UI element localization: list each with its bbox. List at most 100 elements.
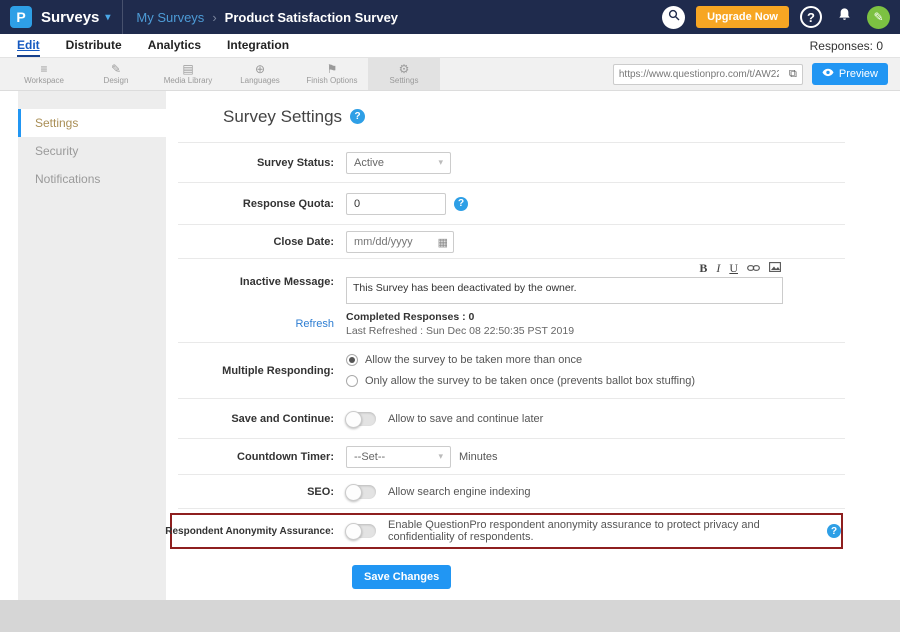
bold-button[interactable]: B (699, 262, 707, 274)
title-row: Survey Settings ? (178, 91, 845, 143)
response-quota-label: Response Quota: (243, 198, 334, 210)
pencil-icon: ✎ (873, 10, 883, 24)
topbar-actions: Upgrade Now ? ✎ (662, 6, 890, 29)
copy-url-icon[interactable]: ⧉ (784, 68, 802, 81)
countdown-timer-row: Countdown Timer: --Set-- ▾ Minutes (178, 439, 845, 475)
notifications-button[interactable] (833, 6, 856, 29)
breadcrumb-current-survey: Product Satisfaction Survey (225, 10, 398, 25)
seo-label: SEO: (307, 486, 334, 498)
help-button[interactable]: ? (800, 6, 822, 28)
respondent-anonymity-description: Enable QuestionPro respondent anonymity … (388, 519, 819, 543)
respondent-anonymity-help-icon[interactable]: ? (827, 524, 841, 538)
respondent-anonymity-label: Respondent Anonymity Assurance: (165, 526, 334, 537)
radio-button-unchecked (346, 375, 358, 387)
toolbar-item-design[interactable]: ✎ Design (80, 58, 152, 90)
finish-options-icon: ⚑ (327, 63, 338, 75)
format-toolbar: B I U (346, 261, 783, 275)
responses-count: Responses: 0 (810, 34, 883, 57)
eye-icon (822, 68, 834, 80)
response-quota-input[interactable] (346, 193, 446, 215)
chevron-down-icon: ▾ (438, 451, 443, 462)
gear-icon: ⚙ (399, 63, 410, 75)
chevron-down-icon: ▾ (438, 157, 443, 168)
section-navbar: Edit Distribute Analytics Integration Re… (0, 34, 900, 57)
survey-url-input[interactable] (614, 69, 784, 80)
survey-settings-help-icon[interactable]: ? (350, 109, 365, 124)
tab-analytics[interactable]: Analytics (148, 34, 201, 57)
save-and-continue-toggle[interactable] (346, 412, 376, 426)
close-date-row: Close Date: ▦ (178, 225, 845, 259)
tab-distribute[interactable]: Distribute (66, 34, 122, 57)
responses-info: Completed Responses : 0 Last Refreshed :… (346, 311, 574, 337)
toolbar-item-media-library[interactable]: ▤ Media Library (152, 58, 224, 90)
edit-profile-button[interactable]: ✎ (867, 6, 890, 29)
toolbar-item-finish-options[interactable]: ⚑ Finish Options (296, 58, 368, 90)
design-icon: ✎ (111, 63, 121, 75)
toolbar-item-settings[interactable]: ⚙ Settings (368, 58, 440, 90)
main-area: Settings Security Notifications Survey S… (0, 91, 900, 600)
close-date-label: Close Date: (273, 236, 334, 248)
radio-button-checked (346, 354, 358, 366)
breadcrumb-separator: › (212, 10, 216, 25)
tab-edit[interactable]: Edit (17, 34, 40, 57)
countdown-timer-label: Countdown Timer: (237, 451, 334, 463)
toolbar-right: ⧉ Preview (613, 58, 900, 90)
radio-once-only[interactable]: Only allow the survey to be taken once (… (346, 375, 695, 387)
inactive-message-row: Inactive Message: B I U This Survey has … (178, 259, 845, 305)
respondent-anonymity-toggle[interactable] (346, 524, 376, 538)
last-refreshed-text: Last Refreshed : Sun Dec 08 22:50:35 PST… (346, 325, 574, 337)
link-icon[interactable] (747, 262, 760, 274)
image-icon[interactable] (769, 262, 781, 274)
settings-content: Survey Settings ? Survey Status: Active … (166, 91, 900, 600)
save-row: Save Changes (166, 551, 845, 589)
toolbar-item-workspace[interactable]: ≡ Workspace (8, 58, 80, 90)
edit-toolbar: ≡ Workspace ✎ Design ▤ Media Library ⊕ L… (0, 57, 900, 91)
save-changes-button[interactable]: Save Changes (352, 565, 451, 589)
countdown-timer-select[interactable]: --Set-- ▾ (346, 446, 451, 468)
response-quota-help-icon[interactable]: ? (454, 197, 468, 211)
multiple-responding-row: Multiple Responding: Allow the survey to… (178, 343, 845, 399)
save-and-continue-description: Allow to save and continue later (388, 413, 543, 425)
multiple-responding-label: Multiple Responding: (222, 365, 334, 377)
refresh-row: Refresh Completed Responses : 0 Last Ref… (178, 305, 845, 343)
save-and-continue-label: Save and Continue: (231, 413, 334, 425)
save-and-continue-row: Save and Continue: Allow to save and con… (178, 399, 845, 439)
chevron-down-icon: ▾ (105, 12, 110, 23)
italic-button[interactable]: I (716, 262, 720, 274)
calendar-icon[interactable]: ▦ (438, 236, 448, 249)
sidebar-item-notifications[interactable]: Notifications (18, 165, 166, 193)
radio-multiple-allowed[interactable]: Allow the survey to be taken more than o… (346, 354, 695, 366)
question-mark-icon: ? (807, 10, 815, 25)
underline-button[interactable]: U (729, 262, 738, 274)
surveys-app-menu[interactable]: Surveys ▾ (41, 0, 123, 34)
toolbar-item-languages[interactable]: ⊕ Languages (224, 58, 296, 90)
preview-button[interactable]: Preview (812, 63, 888, 85)
inactive-message-label: Inactive Message: (240, 276, 334, 288)
settings-sidebar: Settings Security Notifications (18, 91, 166, 600)
logo-letter: P (16, 9, 25, 25)
workspace-icon: ≡ (40, 63, 47, 75)
completed-responses-text: Completed Responses : 0 (346, 311, 574, 323)
sidebar-item-security[interactable]: Security (18, 137, 166, 165)
sidebar-item-settings[interactable]: Settings (18, 109, 166, 137)
response-quota-row: Response Quota: ? (178, 183, 845, 225)
upgrade-button[interactable]: Upgrade Now (696, 6, 789, 28)
survey-status-label: Survey Status: (257, 157, 334, 169)
topbar: P Surveys ▾ My Surveys › Product Satisfa… (0, 0, 900, 34)
survey-status-select[interactable]: Active ▾ (346, 152, 451, 174)
bell-icon (837, 7, 852, 27)
media-library-icon: ▤ (182, 63, 193, 75)
page-footer (0, 600, 900, 632)
breadcrumb-my-surveys[interactable]: My Surveys (136, 10, 204, 25)
tab-integration[interactable]: Integration (227, 34, 289, 57)
survey-status-row: Survey Status: Active ▾ (178, 143, 845, 183)
search-icon (668, 8, 680, 26)
app-name: Surveys (41, 9, 99, 26)
search-button[interactable] (662, 6, 685, 29)
inactive-message-textarea[interactable]: This Survey has been deactivated by the … (346, 277, 783, 304)
seo-toggle[interactable] (346, 485, 376, 499)
seo-row: SEO: Allow search engine indexing (178, 475, 845, 509)
refresh-link[interactable]: Refresh (295, 318, 334, 330)
breadcrumb: My Surveys › Product Satisfaction Survey (136, 10, 398, 25)
questionpro-logo[interactable]: P (10, 6, 32, 28)
